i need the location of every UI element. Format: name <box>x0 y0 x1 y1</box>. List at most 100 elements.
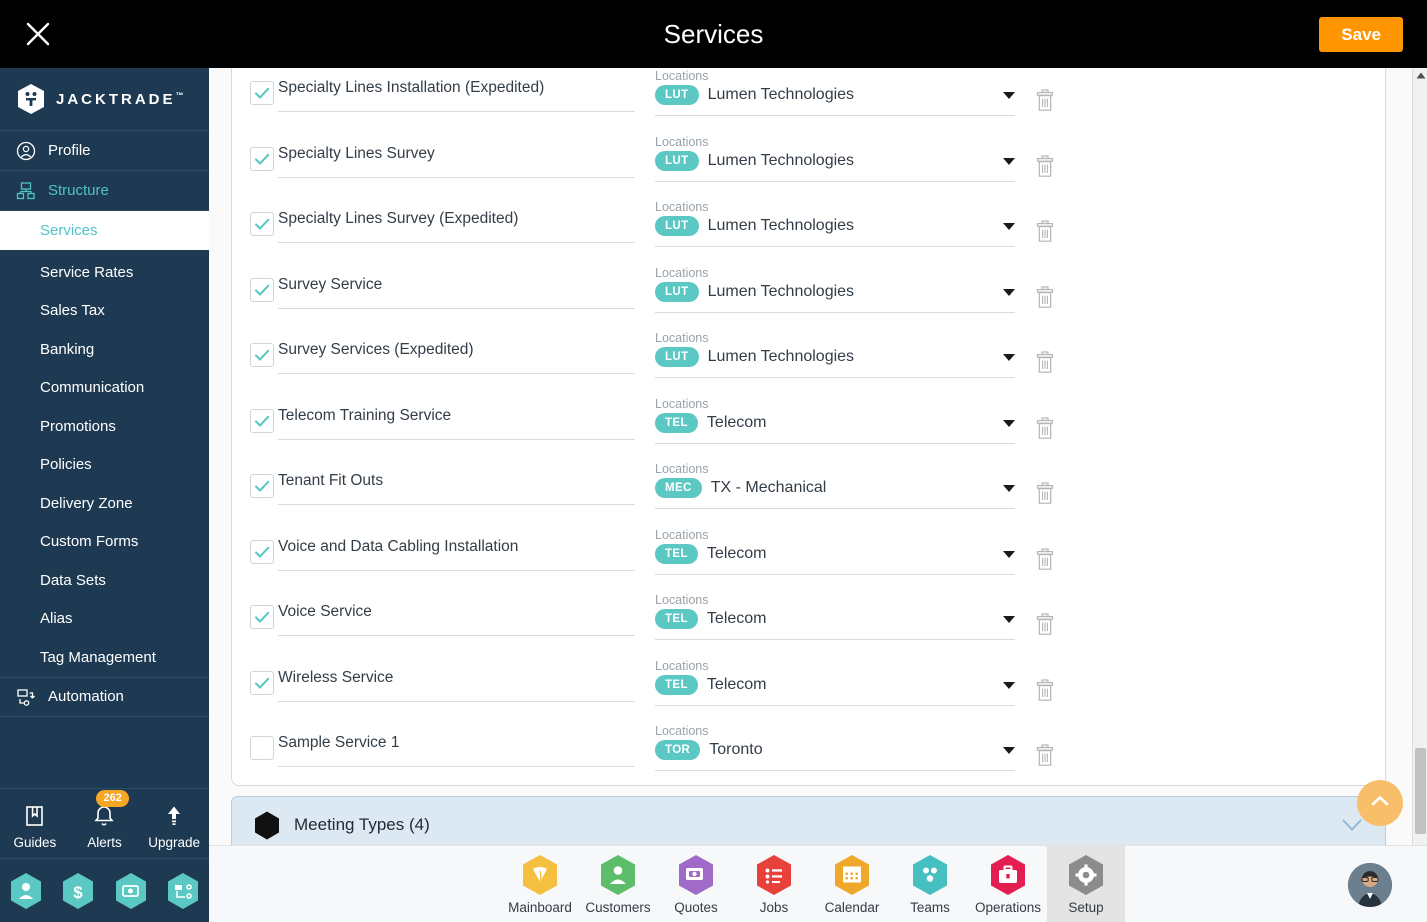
service-cell: Wireless Service <box>250 651 635 702</box>
locations-select[interactable]: TEL Telecom <box>655 543 1015 564</box>
service-checkbox[interactable] <box>250 343 274 367</box>
bottom-nav-operations[interactable]: Operations <box>969 846 1047 922</box>
chevron-down-icon[interactable] <box>1003 485 1015 492</box>
sidebar-item-sales-tax[interactable]: Sales Tax <box>0 292 209 331</box>
bottom-nav-jobs[interactable]: Jobs <box>735 846 813 922</box>
field-underline <box>655 508 1015 509</box>
vertical-scrollbar[interactable] <box>1412 68 1427 922</box>
trash-icon[interactable] <box>1035 678 1055 703</box>
upgrade-button[interactable]: Upgrade <box>144 804 204 850</box>
trash-icon[interactable] <box>1035 547 1055 572</box>
sidebar-item-banking[interactable]: Banking <box>0 330 209 369</box>
locations-select[interactable]: LUT Lumen Technologies <box>655 216 1015 236</box>
chevron-down-icon[interactable] <box>1003 288 1015 296</box>
sidebar-item-structure[interactable]: Structure <box>0 171 209 211</box>
delete-cell <box>1015 389 1075 441</box>
jobs-icon <box>755 854 793 896</box>
delete-cell <box>1015 454 1075 506</box>
alerts-button[interactable]: 262 Alerts <box>74 790 134 850</box>
chevron-down-icon[interactable] <box>1341 818 1363 832</box>
sidebar-item-delivery-zone[interactable]: Delivery Zone <box>0 484 209 523</box>
chevron-down-icon[interactable] <box>1003 550 1015 558</box>
bottom-nav-quotes[interactable]: Quotes <box>657 846 735 922</box>
sidebar-item-services[interactable]: Services <box>0 211 209 250</box>
sidebar-item-service-rates[interactable]: Service Rates <box>0 253 209 292</box>
dollar-hex-icon[interactable]: $ <box>61 872 95 910</box>
service-checkbox[interactable] <box>250 736 274 760</box>
sidebar-item-tag-management[interactable]: Tag Management <box>0 638 209 677</box>
bottom-nav-label: Quotes <box>674 899 718 915</box>
service-checkbox[interactable] <box>250 81 274 105</box>
chevron-down-icon[interactable] <box>1003 223 1015 230</box>
scroll-to-top-button[interactable] <box>1357 780 1403 826</box>
trash-icon[interactable] <box>1035 744 1055 768</box>
bottom-nav-calendar[interactable]: Calendar <box>813 846 891 922</box>
service-checkbox-wrap: Survey Service <box>250 262 635 309</box>
locations-select[interactable]: TEL Telecom <box>655 412 1015 433</box>
locations-select[interactable]: LUT Lumen Technologies <box>655 150 1015 171</box>
services-card: Specialty Lines Installation (Expedited)… <box>231 68 1386 786</box>
chevron-down-icon[interactable] <box>1003 157 1015 165</box>
trash-icon[interactable] <box>1035 220 1055 244</box>
bottom-nav-teams[interactable]: Teams <box>891 846 969 922</box>
sidebar-item-custom-forms[interactable]: Custom Forms <box>0 523 209 562</box>
scrollbar-thumb[interactable] <box>1415 748 1426 834</box>
service-checkbox[interactable] <box>250 474 274 498</box>
user-circle-icon <box>16 141 36 161</box>
locations-cell: Locations TEL Telecom <box>655 651 1015 706</box>
sidebar-item-data-sets[interactable]: Data Sets <box>0 561 209 600</box>
service-row: Voice and Data Cabling Installation Locat… <box>232 520 1385 586</box>
save-button[interactable]: Save <box>1319 17 1403 52</box>
trash-icon[interactable] <box>1035 416 1055 441</box>
service-name-field: Voice Service <box>274 589 635 636</box>
trash-icon[interactable] <box>1035 482 1055 506</box>
locations-select[interactable]: LUT Lumen Technologies <box>655 85 1015 105</box>
chevron-down-icon[interactable] <box>1003 419 1015 427</box>
chevron-down-icon[interactable] <box>1003 681 1015 689</box>
delete-cell <box>1015 68 1075 113</box>
sidebar-item-communication[interactable]: Communication <box>0 369 209 408</box>
workflow-hex-icon[interactable] <box>166 872 200 910</box>
service-checkbox[interactable] <box>250 670 274 695</box>
locations-select[interactable]: MEC TX - Mechanical <box>655 478 1015 498</box>
user-avatar[interactable] <box>1348 863 1392 907</box>
sidebar-item-profile[interactable]: Profile <box>0 131 209 171</box>
bottom-nav-mainboard[interactable]: Mainboard <box>501 846 579 922</box>
location-code-badge: TEL <box>655 609 698 629</box>
trash-icon[interactable] <box>1035 613 1055 637</box>
location-code-badge: TEL <box>655 674 698 695</box>
locations-select[interactable]: TOR Toronto <box>655 740 1015 760</box>
trash-icon[interactable] <box>1035 285 1055 310</box>
bottom-nav-label: Calendar <box>824 899 880 915</box>
trash-icon[interactable] <box>1035 351 1055 375</box>
service-checkbox[interactable] <box>250 408 274 433</box>
sidebar-item-policies[interactable]: Policies <box>0 446 209 485</box>
chevron-down-icon[interactable] <box>1003 747 1015 754</box>
money-hex-icon[interactable] <box>114 872 148 910</box>
service-checkbox[interactable] <box>250 212 274 236</box>
person-hex-icon[interactable] <box>9 872 43 910</box>
service-name: Specialty Lines Installation (Expedited) <box>278 79 545 96</box>
bottom-nav-setup[interactable]: Setup <box>1047 845 1125 922</box>
sidebar-item-promotions[interactable]: Promotions <box>0 407 209 446</box>
sidebar-item-automation[interactable]: Automation <box>0 676 209 717</box>
scrollbar-up-arrow[interactable] <box>1413 68 1427 83</box>
chevron-down-icon[interactable] <box>1003 616 1015 623</box>
locations-select[interactable]: TEL Telecom <box>655 609 1015 629</box>
service-cell: Sample Service 1 <box>250 716 635 767</box>
service-checkbox[interactable] <box>250 277 274 302</box>
service-checkbox[interactable] <box>250 146 274 171</box>
chevron-down-icon[interactable] <box>1003 354 1015 361</box>
sidebar-item-alias[interactable]: Alias <box>0 600 209 639</box>
chevron-down-icon[interactable] <box>1003 92 1015 99</box>
trash-icon[interactable] <box>1035 154 1055 179</box>
locations-select[interactable]: TEL Telecom <box>655 674 1015 695</box>
service-checkbox[interactable] <box>250 539 274 564</box>
locations-select[interactable]: LUT Lumen Technologies <box>655 281 1015 302</box>
location-name: Lumen Technologies <box>707 348 855 365</box>
service-checkbox[interactable] <box>250 605 274 629</box>
trash-icon[interactable] <box>1035 89 1055 113</box>
locations-select[interactable]: LUT Lumen Technologies <box>655 347 1015 367</box>
bottom-nav-customers[interactable]: Customers <box>579 846 657 922</box>
guides-button[interactable]: Guides <box>5 804 65 850</box>
